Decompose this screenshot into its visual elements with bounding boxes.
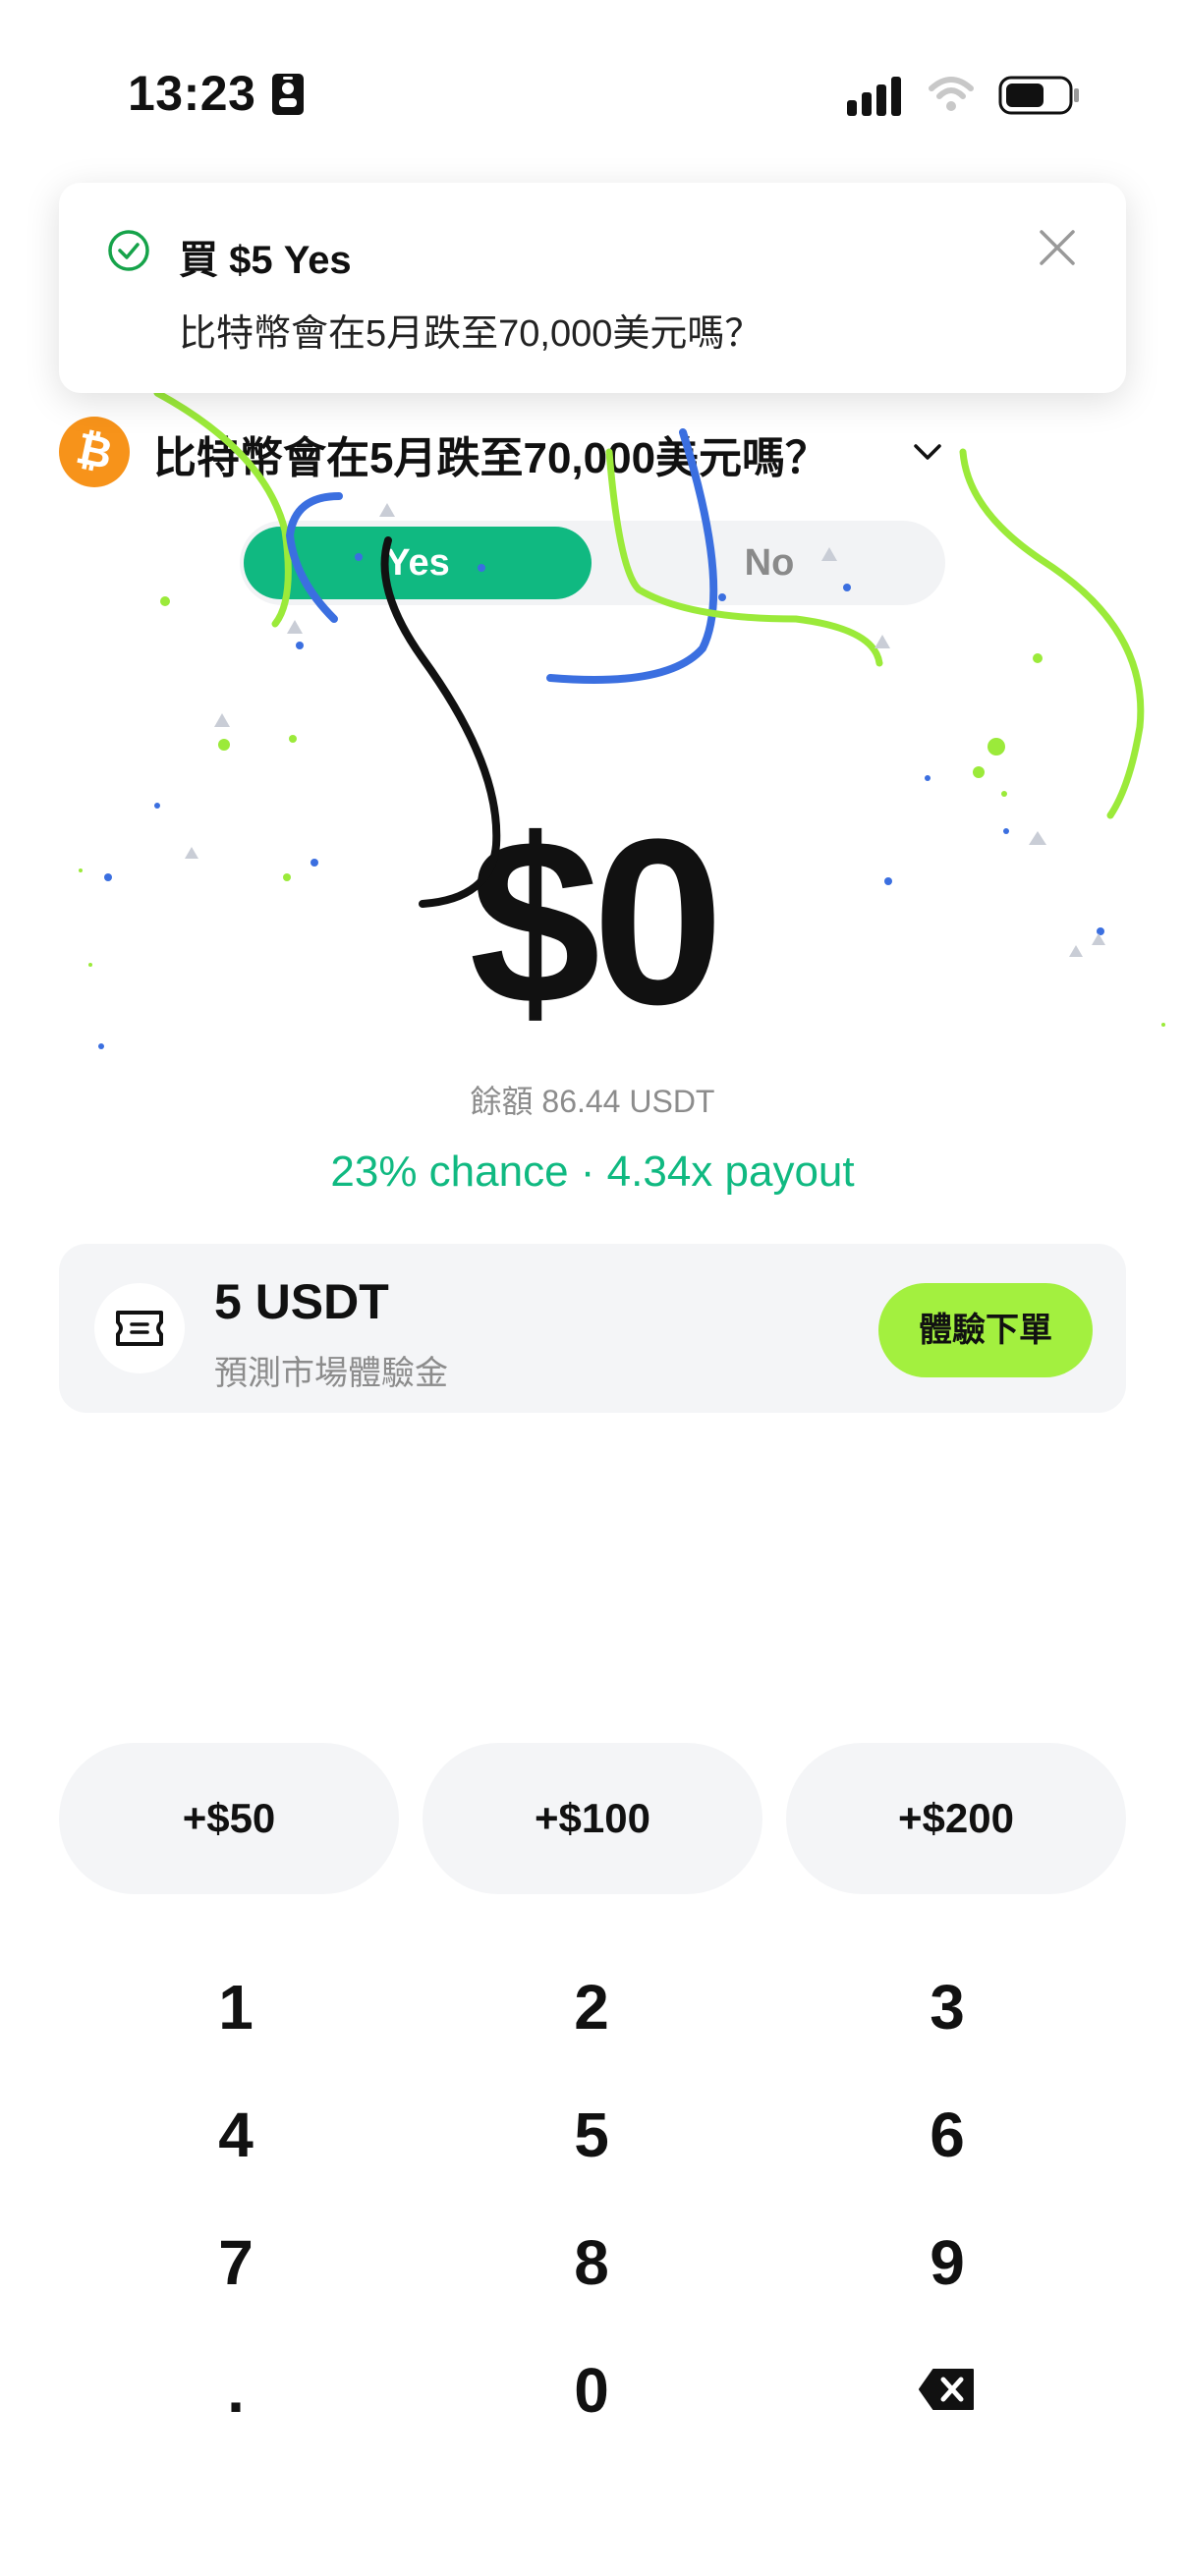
key-backspace[interactable]: [790, 2336, 1104, 2444]
battery-icon: [998, 76, 1079, 115]
trade-screen: 13:23 ₿ 比特幣會在5月跌至70,000美元嗎？ Yes No 買 $5 …: [0, 0, 1185, 2576]
quick-add-100-button[interactable]: +$100: [423, 1743, 762, 1894]
key-8[interactable]: 8: [434, 2209, 749, 2317]
quick-add-200-button[interactable]: +$200: [786, 1743, 1126, 1894]
tab-no[interactable]: No: [597, 527, 941, 599]
voucher-amount: 5 USDT: [214, 1274, 389, 1329]
status-bar: 13:23: [0, 0, 1185, 187]
check-circle-icon: [108, 230, 149, 271]
order-toast: 買 $5 Yes 比特幣會在5月跌至70,000美元嗎？: [59, 183, 1126, 393]
status-time: 13:23: [128, 66, 256, 121]
use-voucher-button[interactable]: 體驗下單: [878, 1283, 1093, 1377]
yes-no-toggle: Yes No: [240, 521, 945, 605]
key-3[interactable]: 3: [790, 1953, 1104, 2061]
key-5[interactable]: 5: [434, 2081, 749, 2189]
market-header[interactable]: ₿ 比特幣會在5月跌至70,000美元嗎？: [59, 413, 1140, 491]
ticket-icon-badge: [94, 1283, 185, 1373]
backspace-icon: [919, 2369, 974, 2410]
quick-add-50-button[interactable]: +$50: [59, 1743, 399, 1894]
wifi-icon: [929, 77, 974, 111]
odds-text: 23% chance · 4.34x payout: [330, 1148, 855, 1196]
order-amount: $0: [469, 790, 724, 1053]
key-decimal[interactable]: .: [79, 2336, 393, 2444]
bitcoin-icon: ₿: [59, 417, 130, 487]
toast-title: 買 $5 Yes: [179, 239, 352, 282]
key-2[interactable]: 2: [434, 1953, 749, 2061]
key-6[interactable]: 6: [790, 2081, 1104, 2189]
balance-text: 餘額 86.44 USDT: [470, 1084, 715, 1119]
key-0[interactable]: 0: [434, 2336, 749, 2444]
ticket-icon: [116, 1311, 163, 1346]
bitcoin-symbol: ₿: [72, 423, 117, 479]
id-card-icon: [272, 74, 304, 115]
tab-yes[interactable]: Yes: [244, 527, 592, 599]
key-9[interactable]: 9: [790, 2209, 1104, 2317]
voucher-card: 5 USDT 預測市場體驗金 體驗下單: [59, 1244, 1126, 1413]
key-1[interactable]: 1: [79, 1953, 393, 2061]
key-7[interactable]: 7: [79, 2209, 393, 2317]
signal-icon: [847, 77, 901, 116]
key-4[interactable]: 4: [79, 2081, 393, 2189]
toast-subtitle: 比特幣會在5月跌至70,000美元嗎？: [179, 313, 762, 355]
voucher-description: 預測市場體驗金: [214, 1355, 448, 1392]
close-icon[interactable]: [1034, 224, 1081, 271]
market-title: 比特幣會在5月跌至70,000美元嗎？: [153, 434, 829, 482]
chevron-down-icon[interactable]: [910, 434, 945, 470]
